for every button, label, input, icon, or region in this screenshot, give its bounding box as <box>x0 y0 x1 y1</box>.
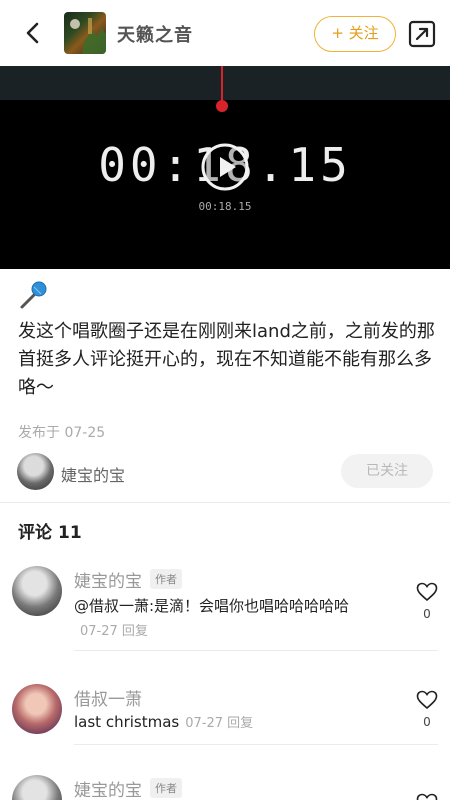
comment-body: last christmas 07-27 回复 <box>74 710 364 736</box>
video-top-band <box>0 66 450 100</box>
video-player[interactable]: 00:18.15 00:18.15 <box>0 66 450 269</box>
microphone-icon <box>20 281 47 309</box>
comment-meta[interactable]: 07-27 回复 <box>80 624 148 639</box>
followed-button[interactable]: 已关注 <box>341 454 433 488</box>
author-name[interactable]: 婕宝的宝 <box>61 462 125 486</box>
comment-separator <box>74 650 438 651</box>
like-control[interactable]: 0 <box>414 582 440 621</box>
comment-text: @借叔一萧:是滴！会唱你也唱哈哈哈哈哈 <box>74 597 350 615</box>
commenter-avatar[interactable] <box>12 775 62 800</box>
section-divider <box>0 502 450 503</box>
comments-count: 11 <box>58 523 82 543</box>
like-count: 0 <box>423 607 431 621</box>
heart-icon[interactable] <box>416 690 438 710</box>
video-small-timer: 00:18.15 <box>198 200 252 213</box>
author-avatar[interactable] <box>17 453 54 490</box>
comment-separator <box>74 744 438 745</box>
commenter-avatar[interactable] <box>12 566 62 616</box>
comment-body: @借叔一萧:是滴！会唱你也唱哈哈哈哈哈 07-27 回复 <box>74 594 364 644</box>
comments-label: 评论 <box>18 523 52 543</box>
comments-header: 评论 11 <box>18 518 82 543</box>
like-control[interactable]: 0 <box>414 690 440 729</box>
like-count: 0 <box>423 715 431 729</box>
commenter-avatar[interactable] <box>12 684 62 734</box>
share-icon[interactable] <box>408 20 436 48</box>
circle-title[interactable]: 天籁之音 <box>117 21 193 47</box>
comment-name-row: 婕宝的宝 作者 <box>74 776 182 800</box>
top-bar: 天籁之音 + 关注 <box>0 0 450 66</box>
heart-icon[interactable] <box>416 793 438 800</box>
comment-text: last christmas <box>74 713 180 731</box>
commenter-name[interactable]: 婕宝的宝 <box>74 776 142 800</box>
comment-meta[interactable]: 07-27 回复 <box>185 716 253 731</box>
circle-avatar[interactable] <box>64 12 106 54</box>
post-date: 发布于 07-25 <box>18 425 106 441</box>
follow-circle-button[interactable]: + 关注 <box>314 16 396 52</box>
comment-name-row: 借叔一萧 <box>74 685 142 710</box>
commenter-name[interactable]: 借叔一萧 <box>74 685 142 710</box>
play-icon[interactable] <box>200 142 250 192</box>
commenter-name[interactable]: 婕宝的宝 <box>74 567 142 592</box>
like-control[interactable] <box>414 793 440 800</box>
comment-name-row: 婕宝的宝 作者 <box>74 567 182 592</box>
author-tag: 作者 <box>150 778 182 798</box>
video-marker-line <box>221 66 223 104</box>
back-arrow-icon[interactable] <box>18 18 48 48</box>
heart-icon[interactable] <box>416 582 438 602</box>
author-tag: 作者 <box>150 569 182 589</box>
post-content: 发这个唱歌圈子还是在刚刚来land之前，之前发的那首挺多人评论挺开心的，现在不知… <box>18 321 435 398</box>
video-marker-dot <box>216 100 228 112</box>
